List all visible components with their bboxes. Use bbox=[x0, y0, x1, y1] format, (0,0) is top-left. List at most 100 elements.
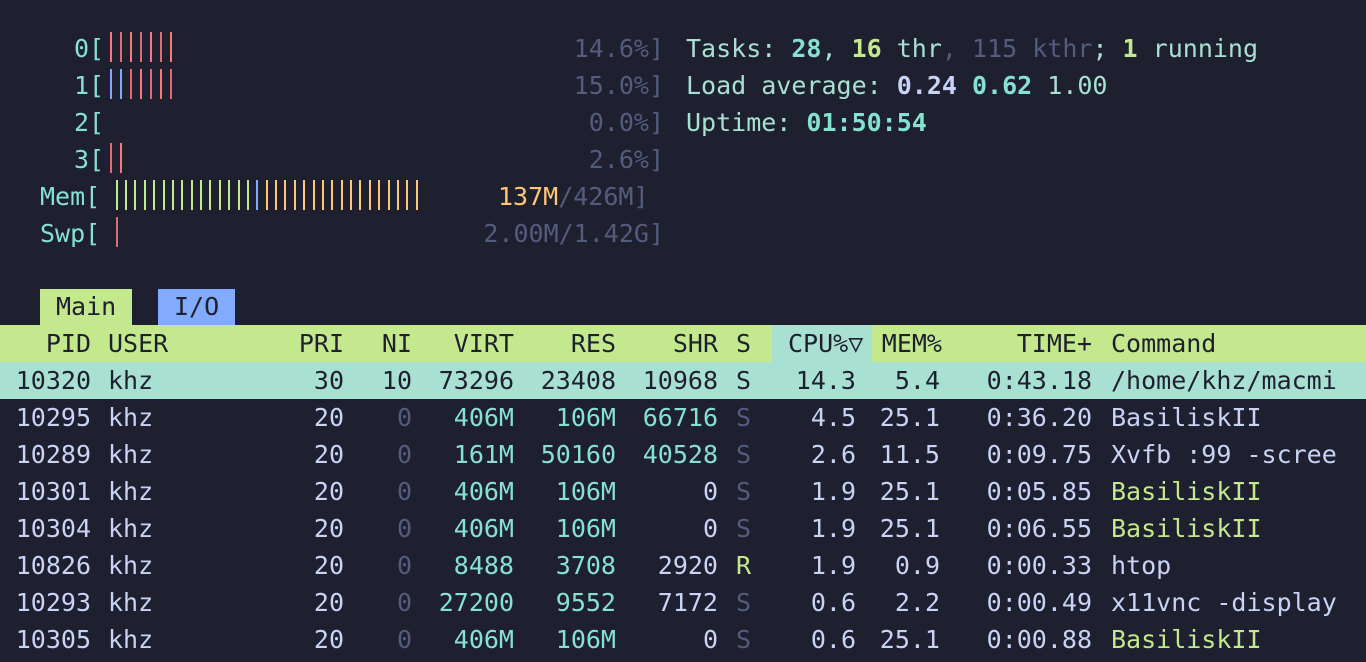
cpu-2-percent: 0.0%] bbox=[588, 108, 664, 137]
thr-sep: , bbox=[941, 34, 973, 63]
mem-bar-segment bbox=[340, 180, 343, 210]
process-time: 0:00.33 bbox=[986, 551, 1092, 580]
mem-bar-segment bbox=[378, 180, 381, 210]
mem-bar-segment bbox=[350, 180, 353, 210]
column-header-res[interactable]: RES bbox=[520, 325, 616, 362]
mem-bar-segment bbox=[181, 180, 184, 210]
column-header-command[interactable]: Command bbox=[1111, 325, 1366, 362]
column-header-state[interactable]: S bbox=[736, 325, 756, 362]
column-header-mem[interactable]: MEM% bbox=[872, 325, 942, 362]
process-row[interactable]: 10320 khz 30 10 73296 23408 10968 S 14.3 5.4 0:43.… bbox=[0, 362, 1366, 399]
process-pri: 20 bbox=[313, 477, 344, 506]
running-count: 1 bbox=[1122, 34, 1138, 63]
running-label: running bbox=[1137, 34, 1259, 63]
process-res: 106M bbox=[555, 625, 616, 654]
cpu-bar-segment bbox=[130, 32, 132, 62]
mem-bar-segment bbox=[265, 180, 268, 210]
column-header-ni[interactable]: NI bbox=[350, 325, 412, 362]
mem-bar-segment bbox=[303, 180, 306, 210]
mem-bar-segment bbox=[359, 180, 362, 210]
process-time: 0:43.18 bbox=[986, 366, 1092, 395]
process-shr: 0 bbox=[702, 477, 718, 506]
process-pri: 20 bbox=[313, 551, 344, 580]
mem-label: Mem[ bbox=[40, 182, 101, 211]
swp-bar-segment bbox=[116, 217, 118, 247]
process-pid: 10295 bbox=[15, 403, 91, 432]
cpu-bar-segment bbox=[160, 69, 162, 99]
column-header-pid[interactable]: PID bbox=[5, 325, 91, 362]
cpu-1-bar bbox=[106, 67, 176, 104]
process-command: BasiliskII bbox=[1111, 625, 1262, 654]
process-row[interactable]: 10295 khz 20 0 406M 106M 66716 S 4.5 25.1 0:36.20 B… bbox=[0, 399, 1366, 436]
process-table-header: PID USER PRI NI VIRT RES SHR S CPU%▽ MEM% TIME+ Com… bbox=[0, 325, 1366, 362]
swp-label: Swp[ bbox=[40, 219, 101, 248]
cpu-bar-segment bbox=[120, 69, 122, 99]
kthr-count: 115 kthr bbox=[972, 34, 1093, 63]
process-virt: 73296 bbox=[438, 366, 514, 395]
mem-used: 137M bbox=[498, 182, 559, 211]
mem-bar-segment bbox=[218, 180, 221, 210]
tab-main[interactable]: Main bbox=[40, 289, 133, 325]
process-pid: 10320 bbox=[15, 366, 91, 395]
mem-bar-segment bbox=[237, 180, 240, 210]
column-header-virt[interactable]: VIRT bbox=[420, 325, 514, 362]
column-header-pri[interactable]: PRI bbox=[270, 325, 344, 362]
load-15: 1.00 bbox=[1047, 71, 1108, 100]
process-shr: 0 bbox=[702, 625, 718, 654]
process-row[interactable]: 10301 khz 20 0 406M 106M 0 S 1.9 25.1 0:05.85 Basil… bbox=[0, 473, 1366, 510]
column-header-shr[interactable]: SHR bbox=[622, 325, 718, 362]
cpu-bar-segment bbox=[110, 143, 112, 173]
column-header-cpu[interactable]: CPU%▽ bbox=[772, 325, 872, 362]
process-ni: 10 bbox=[381, 366, 412, 395]
column-header-time[interactable]: TIME+ bbox=[950, 325, 1092, 362]
process-pid: 10305 bbox=[15, 625, 91, 654]
process-user: khz bbox=[108, 588, 154, 617]
process-ni: 0 bbox=[396, 588, 412, 617]
cpu-0-percent: 14.6%] bbox=[573, 34, 664, 63]
process-ni: 0 bbox=[396, 625, 412, 654]
process-res: 9552 bbox=[555, 588, 616, 617]
process-user: khz bbox=[108, 440, 154, 469]
tasks-label: Tasks: bbox=[686, 34, 792, 63]
process-virt: 406M bbox=[453, 514, 514, 543]
tasks-count: 28 bbox=[791, 34, 822, 63]
process-virt: 8488 bbox=[453, 551, 514, 580]
process-res: 106M bbox=[555, 514, 616, 543]
process-command: BasiliskII bbox=[1111, 514, 1262, 543]
process-user: khz bbox=[108, 366, 154, 395]
cpu-bar-segment bbox=[170, 69, 172, 99]
process-command: BasiliskII bbox=[1111, 477, 1262, 506]
process-ni: 0 bbox=[396, 514, 412, 543]
process-mem: 25.1 bbox=[879, 403, 940, 432]
process-time: 0:00.49 bbox=[986, 588, 1092, 617]
process-mem: 0.9 bbox=[894, 551, 940, 580]
tasks-line: Tasks: 28, 16 thr, 115 kthr; 1 running bbox=[686, 30, 1258, 67]
process-mem: 5.4 bbox=[894, 366, 940, 395]
mem-bar-segment bbox=[134, 180, 137, 210]
cpu-3-percent: 2.6%] bbox=[588, 145, 664, 174]
process-row[interactable]: 10304 khz 20 0 406M 106M 0 S 1.9 25.1 0:06.55 Basil… bbox=[0, 510, 1366, 547]
process-res: 50160 bbox=[540, 440, 616, 469]
mem-bar-segment bbox=[125, 180, 128, 210]
process-user: khz bbox=[108, 403, 154, 432]
process-command: Xvfb :99 -scree bbox=[1111, 440, 1337, 469]
process-state: S bbox=[736, 366, 752, 395]
swp-bar bbox=[112, 215, 122, 252]
tasks-sep: , bbox=[821, 34, 852, 63]
process-virt: 406M bbox=[453, 625, 514, 654]
column-header-user[interactable]: USER bbox=[108, 325, 258, 362]
process-row[interactable]: 10293 khz 20 0 27200 9552 7172 S 0.6 2.2 0:00.49 x1… bbox=[0, 584, 1366, 621]
mem-bar-segment bbox=[200, 180, 203, 210]
process-state: S bbox=[736, 403, 752, 432]
process-ni: 0 bbox=[396, 551, 412, 580]
process-row[interactable]: 10305 khz 20 0 406M 106M 0 S 0.6 25.1 0:00.88 Basil… bbox=[0, 621, 1366, 658]
cpu-3-bar bbox=[106, 141, 126, 178]
cpu-0-label: 0[ bbox=[74, 34, 105, 63]
process-time: 0:06.55 bbox=[986, 514, 1092, 543]
cpu-1-percent: 15.0%] bbox=[573, 71, 664, 100]
process-row[interactable]: 10289 khz 20 0 161M 50160 40528 S 2.6 11.5 0:09.75… bbox=[0, 436, 1366, 473]
tab-io[interactable]: I/O bbox=[158, 289, 236, 325]
process-cpu: 14.3 bbox=[795, 366, 856, 395]
process-row[interactable]: 10826 khz 20 0 8488 3708 2920 R 1.9 0.9 0:00.33 hto… bbox=[0, 547, 1366, 584]
process-res: 106M bbox=[555, 477, 616, 506]
